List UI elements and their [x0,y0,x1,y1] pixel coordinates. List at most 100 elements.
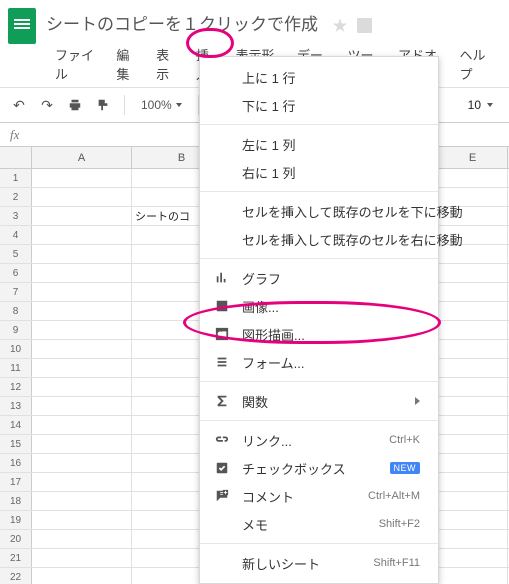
menu-file[interactable]: ファイル [46,41,107,87]
menu-help[interactable]: ヘルプ [450,41,501,87]
cell-A13[interactable] [32,397,132,415]
form-icon [214,354,230,370]
cell-E11[interactable] [438,359,508,377]
row-header[interactable]: 12 [0,378,32,396]
row-header[interactable]: 16 [0,454,32,472]
menu-item-new-sheet[interactable]: 新しいシートShift+F11 [200,549,438,577]
row-header[interactable]: 2 [0,188,32,206]
menu-item-cells-shift-right[interactable]: セルを挿入して既存のセルを右に移動 [200,225,438,253]
cell-A6[interactable] [32,264,132,282]
paint-format-button[interactable] [92,94,114,116]
cell-E21[interactable] [438,549,508,567]
cell-A9[interactable] [32,321,132,339]
cell-A16[interactable] [32,454,132,472]
cell-E8[interactable] [438,302,508,320]
row-header[interactable]: 6 [0,264,32,282]
menu-view[interactable]: 表示 [147,41,187,87]
menu-item-link[interactable]: リンク...Ctrl+K [200,426,438,454]
cell-A21[interactable] [32,549,132,567]
menu-item-cells-shift-down[interactable]: セルを挿入して既存のセルを下に移動 [200,197,438,225]
cell-A18[interactable] [32,492,132,510]
row-header[interactable]: 20 [0,530,32,548]
cell-A5[interactable] [32,245,132,263]
cell-E13[interactable] [438,397,508,415]
zoom-dropdown[interactable]: 100% [135,98,188,112]
cell-E12[interactable] [438,378,508,396]
row-header[interactable]: 7 [0,283,32,301]
column-header-E[interactable]: E [438,147,508,168]
menu-item-col-right[interactable]: 右に 1 列 [200,158,438,186]
chevron-down-icon [176,103,182,107]
row-header[interactable]: 10 [0,340,32,358]
cell-A20[interactable] [32,530,132,548]
cell-E9[interactable] [438,321,508,339]
menu-item-row-below[interactable]: 下に 1 行 [200,91,438,119]
cell-A11[interactable] [32,359,132,377]
cell-E6[interactable] [438,264,508,282]
cell-E18[interactable] [438,492,508,510]
cell-E7[interactable] [438,283,508,301]
cell-A3[interactable] [32,207,132,225]
row-header[interactable]: 4 [0,226,32,244]
cell-E16[interactable] [438,454,508,472]
cell-A19[interactable] [32,511,132,529]
link-icon [214,432,230,448]
menu-item-form[interactable]: フォーム... [200,348,438,376]
cell-A12[interactable] [32,378,132,396]
column-header-A[interactable]: A [32,147,132,168]
menu-edit[interactable]: 編集 [107,41,147,87]
menu-item-image[interactable]: 画像... [200,292,438,320]
submenu-arrow-icon [415,397,420,405]
row-header[interactable]: 5 [0,245,32,263]
move-folder-icon[interactable] [357,18,372,33]
row-header[interactable]: 9 [0,321,32,339]
document-title[interactable]: シートのコピーを１クリックで作成 [46,8,318,37]
cell-A7[interactable] [32,283,132,301]
cell-A8[interactable] [32,302,132,320]
cell-E10[interactable] [438,340,508,358]
menu-item-col-left[interactable]: 左に 1 列 [200,130,438,158]
cell-E19[interactable] [438,511,508,529]
cell-E1[interactable] [438,169,508,187]
menu-item-function[interactable]: 関数 [200,387,438,415]
select-all-corner[interactable] [0,147,32,168]
cell-E14[interactable] [438,416,508,434]
cell-E22[interactable] [438,568,508,584]
undo-button[interactable]: ↶ [8,94,30,116]
row-header[interactable]: 11 [0,359,32,377]
print-button[interactable] [64,94,86,116]
cell-A15[interactable] [32,435,132,453]
cell-A10[interactable] [32,340,132,358]
cell-A17[interactable] [32,473,132,491]
sigma-icon [214,393,230,409]
menu-item-chart[interactable]: グラフ [200,264,438,292]
chart-icon [214,270,230,286]
menu-item-checkbox[interactable]: チェックボックスNEW [200,454,438,482]
cell-A22[interactable] [32,568,132,584]
cell-E20[interactable] [438,530,508,548]
star-icon[interactable] [332,18,347,33]
cell-A1[interactable] [32,169,132,187]
menu-item-drawing[interactable]: 図形描画... [200,320,438,348]
menu-item-comment[interactable]: コメントCtrl+Alt+M [200,482,438,510]
row-header[interactable]: 13 [0,397,32,415]
cell-E15[interactable] [438,435,508,453]
row-header[interactable]: 14 [0,416,32,434]
redo-button[interactable]: ↷ [36,94,58,116]
row-header[interactable]: 21 [0,549,32,567]
row-header[interactable]: 22 [0,568,32,584]
row-header[interactable]: 19 [0,511,32,529]
menu-item-row-above[interactable]: 上に 1 行 [200,63,438,91]
row-header[interactable]: 17 [0,473,32,491]
row-header[interactable]: 15 [0,435,32,453]
cell-A2[interactable] [32,188,132,206]
row-header[interactable]: 18 [0,492,32,510]
cell-A4[interactable] [32,226,132,244]
cell-A14[interactable] [32,416,132,434]
font-size-dropdown[interactable]: 10 [460,98,501,112]
row-header[interactable]: 3 [0,207,32,225]
row-header[interactable]: 8 [0,302,32,320]
cell-E17[interactable] [438,473,508,491]
menu-item-note[interactable]: メモShift+F2 [200,510,438,538]
row-header[interactable]: 1 [0,169,32,187]
